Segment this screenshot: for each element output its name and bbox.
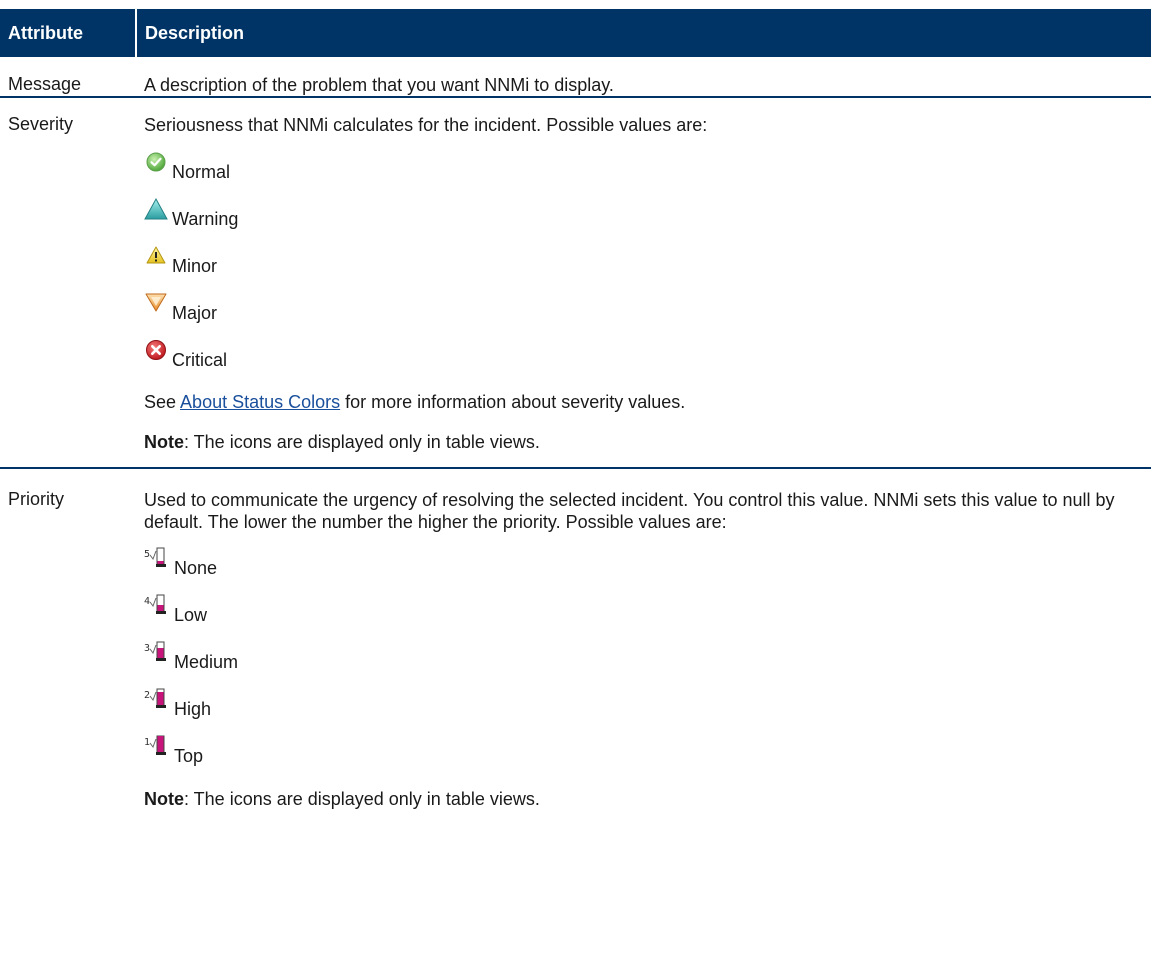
note-label: Note — [144, 432, 184, 452]
svg-text:3: 3 — [144, 643, 150, 654]
see-suffix: for more information about severity valu… — [340, 392, 686, 412]
priority-5-icon: 5 — [144, 545, 170, 569]
severity-intro: Seriousness that NNMi calculates for the… — [144, 115, 708, 135]
severity-value-major: Major — [144, 293, 1137, 340]
priority-intro: Used to communicate the urgency of resol… — [144, 490, 1115, 532]
priority-label: Medium — [174, 652, 239, 672]
severity-value-normal: Normal — [144, 152, 1137, 199]
attribute-name: Priority — [8, 489, 65, 509]
priority-values: 5 None 4 Low 3 Medium 2 High 1 Top — [144, 547, 1137, 784]
priority-4-icon: 4 — [144, 592, 170, 616]
severity-note: Note: The icons are displayed only in ta… — [144, 431, 1137, 467]
severity-label: Minor — [172, 256, 218, 276]
svg-text:5: 5 — [144, 549, 150, 560]
severity-value-minor: Minor — [144, 246, 1137, 293]
message-description: A description of the problem that you wa… — [144, 75, 614, 95]
severity-label: Normal — [172, 162, 231, 182]
attribute-description: Used to communicate the urgency of resol… — [136, 468, 1151, 810]
priority-value-low: 4 Low — [144, 594, 1137, 643]
priority-value-top: 1 Top — [144, 735, 1137, 784]
priority-label: Low — [174, 605, 208, 625]
table-row-priority: Priority Used to communicate the urgency… — [0, 468, 1151, 810]
attribute-table: Attribute Description Message A descript… — [0, 9, 1151, 810]
note-text: : The icons are displayed only in table … — [184, 789, 540, 809]
severity-label: Warning — [172, 209, 239, 229]
minor-alert-icon — [144, 244, 168, 268]
priority-1-icon: 1 — [144, 733, 170, 757]
about-status-colors-link[interactable]: About Status Colors — [180, 392, 340, 412]
priority-label: Top — [174, 746, 204, 766]
severity-value-warning: Warning — [144, 197, 1137, 246]
svg-text:2: 2 — [144, 690, 150, 701]
major-down-triangle-icon — [144, 291, 168, 315]
help-page: Attribute Description Message A descript… — [0, 0, 1151, 974]
priority-value-high: 2 High — [144, 688, 1137, 737]
critical-x-icon — [144, 338, 168, 362]
priority-value-none: 5 None — [144, 547, 1137, 596]
svg-text:1: 1 — [144, 737, 150, 748]
attribute-name: Severity — [8, 114, 74, 134]
severity-label: Critical — [172, 350, 228, 370]
priority-label: High — [174, 699, 212, 719]
attribute-name: Message — [8, 74, 82, 94]
normal-check-icon — [144, 150, 168, 174]
note-text: : The icons are displayed only in table … — [184, 432, 540, 452]
see-prefix: See — [144, 392, 181, 412]
priority-label: None — [174, 558, 218, 578]
attribute-description: A description of the problem that you wa… — [136, 57, 1151, 97]
note-label: Note — [144, 789, 184, 809]
priority-note: Note: The icons are displayed only in ta… — [144, 788, 1137, 810]
table-row-severity: Severity Seriousness that NNMi calculate… — [0, 97, 1151, 468]
table-row-message: Message A description of the problem tha… — [0, 57, 1151, 97]
attribute-description: Seriousness that NNMi calculates for the… — [136, 97, 1151, 468]
severity-value-critical: Critical — [144, 340, 1137, 387]
warning-triangle-icon — [144, 197, 168, 221]
header-attribute: Attribute — [0, 9, 137, 57]
priority-value-medium: 3 Medium — [144, 641, 1137, 690]
priority-2-icon: 2 — [144, 686, 170, 710]
severity-label: Major — [172, 303, 218, 323]
table-header-row: Attribute Description — [0, 9, 1151, 57]
svg-text:4: 4 — [144, 596, 150, 607]
header-description: Description — [136, 9, 1151, 57]
priority-3-icon: 3 — [144, 639, 170, 663]
see-also-text: See About Status Colors for more informa… — [144, 391, 1137, 413]
